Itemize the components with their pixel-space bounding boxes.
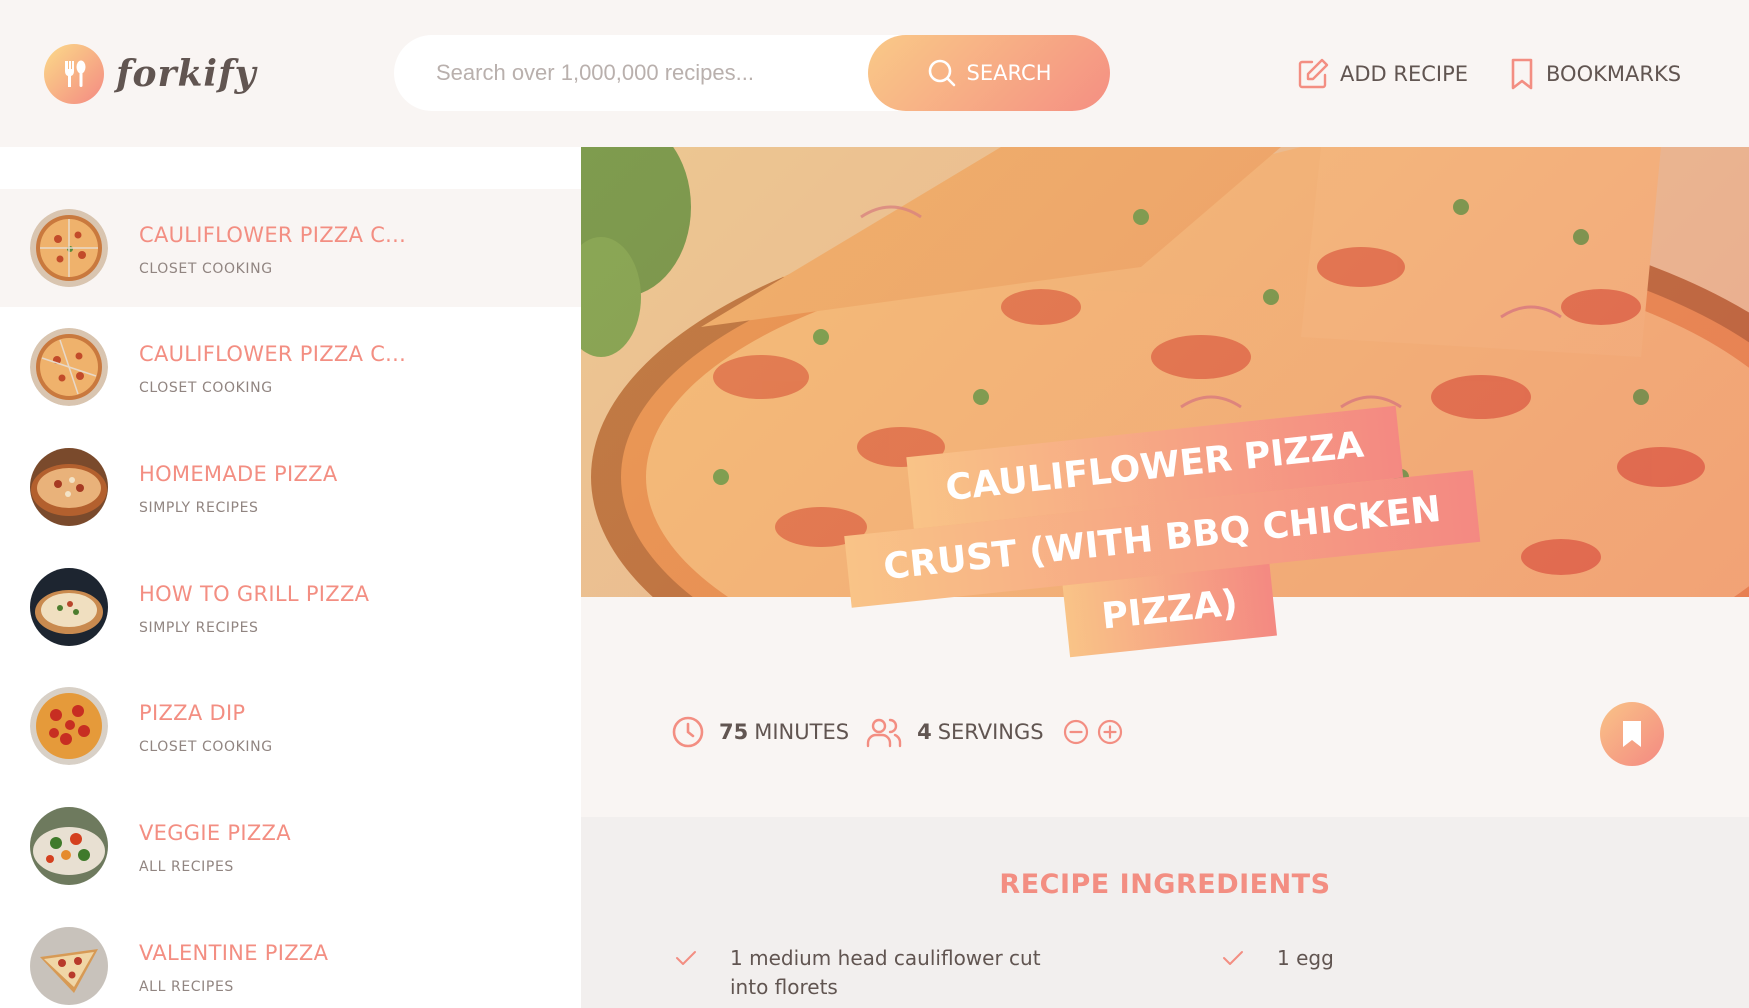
recipe-thumbnail [30, 448, 108, 526]
search-icon [928, 59, 955, 87]
servings-count: 4 [917, 720, 932, 744]
result-publisher: SIMPLY RECIPES [139, 500, 259, 516]
result-publisher: CLOSET COOKING [139, 739, 273, 755]
cooking-time: 75 MINUTES [671, 715, 849, 749]
result-item[interactable]: VALENTINE PIZZA ALL RECIPES [0, 907, 581, 1008]
result-title: HOW TO GRILL PIZZA [139, 582, 370, 606]
result-title: VALENTINE PIZZA [139, 941, 329, 965]
fork-spoon-icon [44, 44, 104, 104]
result-title: HOMEMADE PIZZA [139, 462, 338, 486]
result-title: CAULIFLOWER PIZZA C... [139, 342, 407, 366]
result-publisher: CLOSET COOKING [139, 380, 273, 396]
decrease-servings-icon[interactable] [1062, 718, 1090, 746]
result-item[interactable]: CAULIFLOWER PIZZA C... CLOSET COOKING [0, 189, 581, 307]
search-results: CAULIFLOWER PIZZA C... CLOSET COOKING CA… [0, 147, 581, 1008]
result-title: VEGGIE PIZZA [139, 821, 291, 845]
edit-icon [1298, 58, 1329, 89]
result-item[interactable]: CAULIFLOWER PIZZA C... CLOSET COOKING [0, 308, 581, 426]
add-recipe-label: ADD RECIPE [1340, 62, 1469, 86]
recipe-thumbnail [30, 209, 108, 287]
servings-label: SERVINGS [937, 720, 1044, 744]
result-item[interactable]: VEGGIE PIZZA ALL RECIPES [0, 787, 581, 905]
header: forkify SEARCH ADD RECIPE BOOKMARKS [0, 0, 1749, 147]
result-item[interactable]: HOW TO GRILL PIZZA SIMPLY RECIPES [0, 548, 581, 666]
users-icon [866, 718, 902, 748]
servings-stepper [1062, 718, 1124, 746]
search-button[interactable]: SEARCH [868, 35, 1110, 111]
ingredients-section: RECIPE INGREDIENTS 1 medium head caulifl… [581, 817, 1749, 1008]
check-icon [1223, 951, 1243, 965]
result-publisher: SIMPLY RECIPES [139, 620, 259, 636]
result-item[interactable]: HOMEMADE PIZZA SIMPLY RECIPES [0, 428, 581, 546]
recipe-thumbnail [30, 687, 108, 765]
result-item[interactable]: PIZZA DIP CLOSET COOKING [0, 667, 581, 785]
recipe-thumbnail [30, 927, 108, 1005]
cooking-minutes-label: MINUTES [754, 720, 850, 744]
logo-text: forkify [116, 53, 257, 95]
result-publisher: ALL RECIPES [139, 859, 234, 875]
recipe-details: 75 MINUTES 4 SERVINGS [671, 707, 1124, 757]
recipe-thumbnail [30, 328, 108, 406]
add-recipe-button[interactable]: ADD RECIPE [1296, 52, 1468, 96]
search-button-label: SEARCH [966, 61, 1052, 85]
recipe-title: CAULIFLOWER PIZZA CRUST (WITH BBQ CHICKE… [837, 345, 1485, 708]
check-icon [676, 951, 696, 965]
recipe-thumbnail [30, 807, 108, 885]
ingredients-heading: RECIPE INGREDIENTS [999, 869, 1331, 900]
ingredient-text: 1 egg [1277, 946, 1334, 970]
bookmark-icon [1511, 58, 1533, 90]
search-input[interactable] [436, 53, 856, 93]
result-title: PIZZA DIP [139, 701, 246, 725]
ingredient-text: 1 medium head cauliflower cut into flore… [730, 946, 1041, 999]
servings: 4 SERVINGS [865, 715, 1044, 749]
ingredient-item: 1 medium head cauliflower cut into flore… [674, 944, 1074, 1002]
search-form: SEARCH [394, 35, 1110, 111]
cooking-minutes: 75 [719, 720, 749, 744]
result-publisher: ALL RECIPES [139, 979, 234, 995]
ingredient-item: 1 egg [1221, 944, 1521, 973]
result-title: CAULIFLOWER PIZZA C... [139, 223, 407, 247]
recipe-thumbnail [30, 568, 108, 646]
bookmark-recipe-button[interactable] [1600, 702, 1664, 766]
bookmark-filled-icon [1623, 721, 1641, 747]
recipe-view: CAULIFLOWER PIZZA CRUST (WITH BBQ CHICKE… [581, 147, 1749, 1008]
result-publisher: CLOSET COOKING [139, 261, 273, 277]
clock-icon [672, 716, 704, 748]
bookmarks-button[interactable]: BOOKMARKS [1508, 52, 1681, 96]
increase-servings-icon[interactable] [1096, 718, 1124, 746]
bookmarks-label: BOOKMARKS [1546, 62, 1682, 86]
logo[interactable]: forkify [44, 44, 257, 104]
